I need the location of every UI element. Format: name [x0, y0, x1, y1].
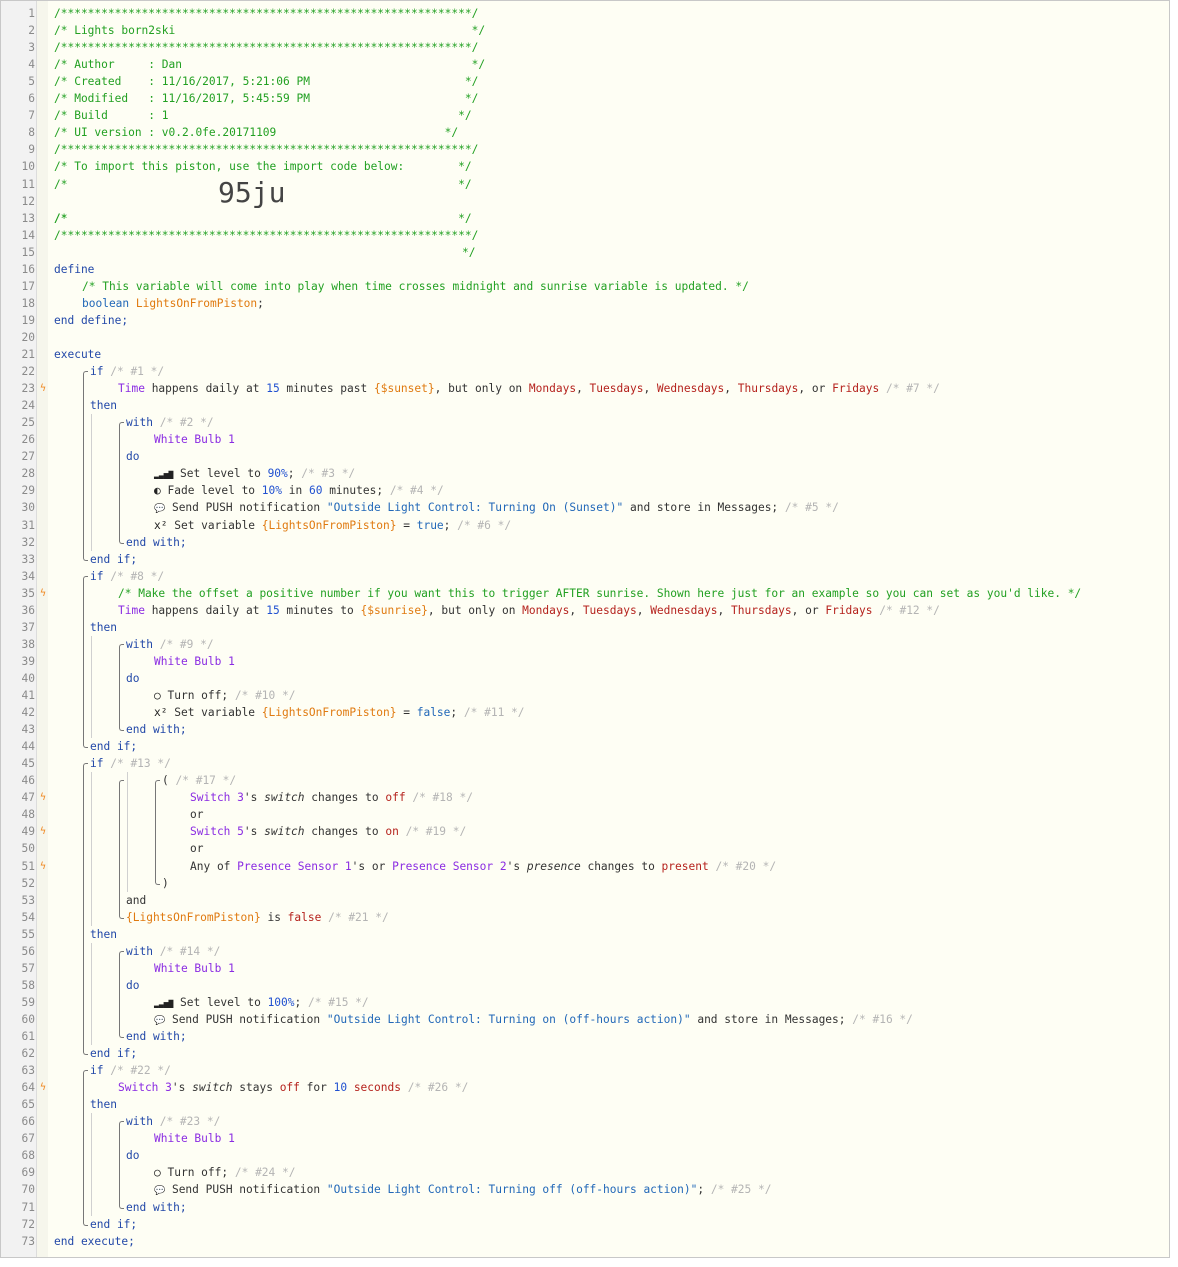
signal-bars-icon: ▂▃▅▇	[154, 470, 174, 480]
speech-bubble-icon: 💬	[154, 504, 166, 515]
line-number: 20	[21, 330, 35, 344]
then-keyword: then	[90, 1098, 117, 1112]
if-statement-13[interactable]: if /* #13 */	[90, 755, 171, 772]
created-comment: /* Created : 11/16/2017, 5:21:06 PM */	[54, 75, 479, 89]
switch3-condition[interactable]: Switch 3's switch changes to off /* #18 …	[190, 789, 473, 806]
end-with-keyword: end with;	[126, 1030, 187, 1043]
and-operator[interactable]: and	[126, 892, 146, 909]
power-ring-icon: ○	[154, 1166, 161, 1180]
build-comment: /* Build : 1 */	[54, 109, 472, 123]
switch3-stays-condition[interactable]: Switch 3's switch stays off for 10 secon…	[118, 1079, 468, 1096]
end-if-keyword: end if;	[90, 1217, 138, 1231]
end-with-keyword: end with;	[126, 535, 187, 549]
with-block-23[interactable]: with /* #23 */	[126, 1113, 220, 1130]
toggle-icon: ◐	[154, 484, 161, 498]
end-with-keyword: end with;	[126, 1200, 187, 1214]
time-condition-sunset[interactable]: Time happens daily at 15 minutes past {$…	[118, 380, 940, 397]
condition-group-17[interactable]: ( /* #17 */	[162, 772, 236, 789]
if-statement-8[interactable]: if /* #8 */	[90, 568, 164, 585]
end-execute-keyword: end execute;	[54, 1234, 135, 1248]
switch5-condition[interactable]: Switch 5's switch changes to on /* #19 *…	[190, 823, 466, 840]
then-keyword: then	[90, 620, 117, 634]
time-condition-sunrise[interactable]: Time happens daily at 15 minutes to {$su…	[118, 602, 940, 619]
code-line: 15	[1, 244, 1169, 261]
modified-comment: /* Modified : 11/16/2017, 5:45:59 PM */	[54, 92, 479, 106]
x-squared-icon: x²	[154, 518, 168, 532]
import-code-suffix: */	[462, 245, 476, 259]
code-line: 20	[1, 329, 1169, 346]
do-keyword: do	[126, 671, 140, 685]
device-white-bulb[interactable]: White Bulb 1	[154, 1130, 235, 1147]
then-keyword: then	[90, 399, 117, 413]
blank-comment: /* */	[54, 211, 472, 225]
with-block-14[interactable]: with /* #14 */	[126, 943, 220, 960]
execute-keyword: execute	[54, 348, 102, 361]
fade-level-action[interactable]: ◐ Fade level to 10% in 60 minutes; /* #4…	[154, 482, 444, 499]
turn-off-action[interactable]: ○ Turn off; /* #24 */	[154, 1164, 295, 1181]
header-border: /***************************************…	[54, 7, 479, 20]
end-define-keyword: end define;	[54, 313, 129, 327]
end-with-keyword: end with;	[126, 723, 187, 737]
or-operator[interactable]: or	[190, 840, 203, 857]
variable-condition[interactable]: {LightsOnFromPiston} is false /* #21 */	[126, 909, 389, 926]
if-statement-22[interactable]: if /* #22 */	[90, 1062, 171, 1079]
header-border: /***************************************…	[54, 228, 479, 242]
variable-declaration[interactable]: boolean LightsOnFromPiston;	[82, 295, 264, 312]
set-level-action[interactable]: ▂▃▅▇ Set level to 90%; /* #3 */	[154, 465, 355, 483]
end-if-keyword: end if;	[90, 552, 138, 566]
device-white-bulb[interactable]: White Bulb 1	[154, 431, 235, 448]
x-squared-icon: x²	[154, 706, 168, 720]
define-comment: /* This variable will come into play whe…	[82, 279, 749, 293]
import-note-comment: /* To import this piston, use the import…	[54, 160, 472, 174]
device-white-bulb[interactable]: White Bulb 1	[154, 960, 235, 977]
power-ring-icon: ○	[154, 689, 161, 702]
ui-version-comment: /* UI version : v0.2.0fe.20171109 */	[54, 126, 459, 140]
then-keyword: then	[90, 927, 117, 941]
speech-bubble-icon: 💬	[154, 1015, 166, 1026]
speech-bubble-icon: 💬	[154, 1186, 166, 1197]
import-code[interactable]: 95ju	[218, 178, 285, 206]
group-close-paren: )	[162, 876, 169, 890]
end-if-keyword: end if;	[90, 1047, 138, 1061]
header-border: /***************************************…	[54, 41, 479, 55]
author-comment: /* Author : Dan */	[54, 58, 486, 72]
presence-condition[interactable]: Any of Presence Sensor 1's or Presence S…	[190, 858, 776, 875]
end-if-keyword: end if;	[90, 740, 138, 754]
do-keyword: do	[126, 978, 140, 992]
with-block-9[interactable]: with /* #9 */	[126, 636, 214, 653]
offset-comment: /* Make the offset a positive number if …	[118, 586, 1082, 600]
do-keyword: do	[126, 1149, 140, 1163]
define-keyword: define	[54, 262, 95, 276]
set-level-action[interactable]: ▂▃▅▇ Set level to 100%; /* #15 */	[154, 994, 369, 1012]
do-keyword: do	[126, 450, 140, 464]
set-variable-action[interactable]: x² Set variable {LightsOnFromPiston} = t…	[154, 517, 511, 534]
with-block-2[interactable]: with /* #2 */	[126, 414, 214, 431]
set-variable-action[interactable]: x² Set variable {LightsOnFromPiston} = f…	[154, 704, 525, 721]
if-statement-1[interactable]: if /* #1 */	[90, 363, 164, 380]
device-white-bulb[interactable]: White Bulb 1	[154, 653, 235, 670]
turn-off-action[interactable]: ○ Turn off; /* #10 */	[154, 687, 295, 704]
header-border: /***************************************…	[54, 143, 479, 157]
or-operator[interactable]: or	[190, 806, 203, 823]
signal-bars-icon: ▂▃▅▇	[154, 998, 174, 1008]
piston-title-comment: /* Lights born2ski */	[54, 24, 486, 38]
piston-code-viewer: 1 2 3 4 5 6 7 8 9 10 11 12 13 14 15 16 17 18 19 20 21 22 23 ϟ 24…	[0, 0, 1170, 1258]
